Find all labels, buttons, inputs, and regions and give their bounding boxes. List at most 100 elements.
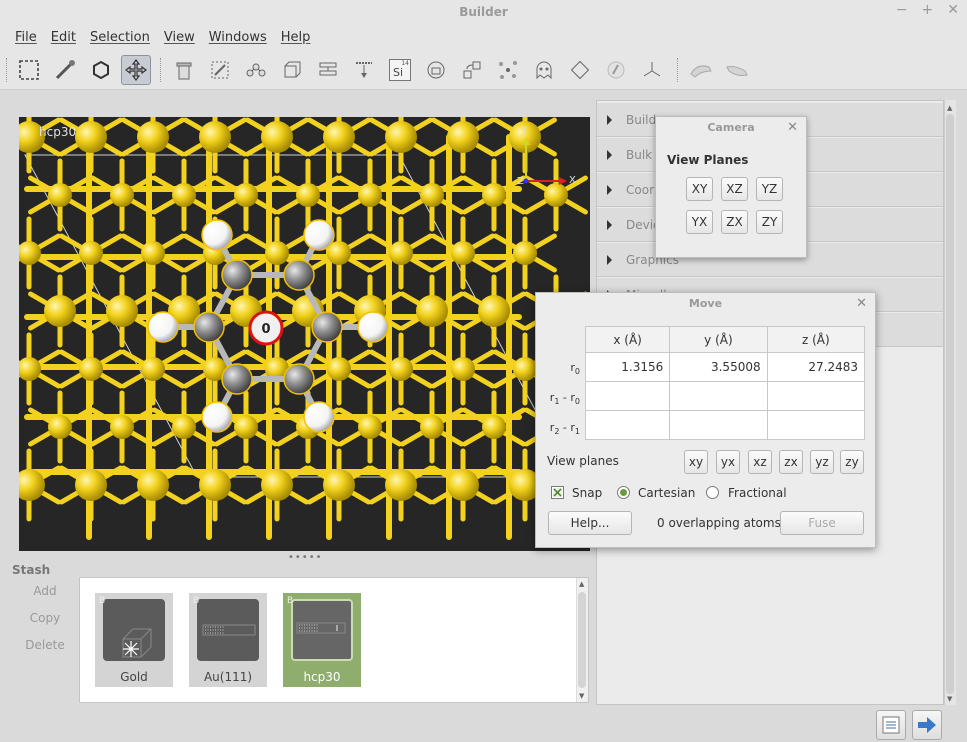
- log-icon[interactable]: [876, 710, 906, 740]
- r1-z-cell[interactable]: [766, 381, 866, 411]
- r0-x-cell[interactable]: 1.3156: [584, 352, 671, 382]
- carbon-atom: [221, 363, 253, 395]
- help-button[interactable]: Help...: [548, 511, 632, 535]
- r1-x-cell[interactable]: [584, 381, 671, 411]
- pipette-icon[interactable]: [50, 55, 80, 85]
- element-icon[interactable]: 14 Si: [385, 55, 415, 85]
- view-xy-button[interactable]: XY: [686, 177, 713, 201]
- stash-item-gold[interactable]: B Gold: [95, 593, 173, 687]
- lock-icon[interactable]: [421, 55, 451, 85]
- transform-icon[interactable]: [205, 55, 235, 85]
- camera-title: Camera: [707, 121, 755, 134]
- r2-x-cell[interactable]: [584, 410, 671, 440]
- column-header: x (Å): [584, 326, 671, 353]
- scroll-up-icon[interactable]: ▲: [579, 580, 584, 588]
- move-icon[interactable]: [121, 55, 151, 85]
- expand-icon: [607, 184, 612, 195]
- axes-icon[interactable]: [637, 55, 667, 85]
- fractional-label: Fractional: [728, 486, 787, 500]
- scatter-icon[interactable]: [493, 55, 523, 85]
- view-zx-button[interactable]: ZX: [721, 210, 748, 234]
- cell-icon[interactable]: [277, 55, 307, 85]
- close-icon[interactable]: ✕: [856, 293, 867, 315]
- stash-item-au111[interactable]: B Au(111): [189, 593, 267, 687]
- gold-atom: [48, 183, 72, 207]
- r2-z-cell[interactable]: [766, 410, 866, 440]
- gold-atom: [110, 415, 134, 439]
- cleave-icon[interactable]: [349, 55, 379, 85]
- plane-yz-button[interactable]: yz: [810, 450, 834, 474]
- gold-atom: [451, 241, 475, 265]
- paint-icon[interactable]: [601, 55, 631, 85]
- trash-icon[interactable]: [169, 55, 199, 85]
- viewport-3d[interactable]: 0 hcp30 Y X Z: [19, 117, 590, 551]
- menu-help[interactable]: Help: [274, 30, 318, 45]
- plane-zy-button[interactable]: zy: [840, 450, 864, 474]
- gold-atom: [137, 469, 169, 501]
- hexagon-icon[interactable]: [86, 55, 116, 85]
- ghost-icon[interactable]: [529, 55, 559, 85]
- axis-z-label: Z: [517, 176, 524, 187]
- close-button[interactable]: ✕: [947, 2, 959, 18]
- view-yx-button[interactable]: YX: [686, 210, 713, 234]
- scroll-thumb[interactable]: [578, 592, 586, 688]
- gold-atom: [48, 415, 72, 439]
- translate-icon[interactable]: [457, 55, 487, 85]
- expand-icon: [607, 149, 612, 160]
- cartesian-radio[interactable]: [617, 486, 630, 499]
- r0-y-cell[interactable]: 3.55008: [669, 352, 768, 382]
- r0-z-cell[interactable]: 27.2483: [766, 352, 866, 382]
- view-zy-button[interactable]: ZY: [756, 210, 783, 234]
- plane-xy-button[interactable]: xy: [684, 450, 708, 474]
- menu-file[interactable]: File: [8, 30, 44, 45]
- fractional-radio[interactable]: [706, 486, 719, 499]
- stash-item-label: Gold: [120, 670, 148, 684]
- gold-atom: [19, 357, 41, 381]
- r2-y-cell[interactable]: [669, 410, 768, 440]
- maximize-button[interactable]: +: [922, 2, 934, 18]
- close-icon[interactable]: ✕: [787, 117, 798, 139]
- move-title-bar[interactable]: Move ✕: [536, 293, 875, 315]
- gold-atom: [447, 121, 479, 153]
- stash-add-button[interactable]: Add: [20, 584, 70, 598]
- scroll-thumb[interactable]: [946, 114, 954, 694]
- stash-item-hcp30[interactable]: B hcp30: [283, 593, 361, 687]
- plane-yx-button[interactable]: yx: [716, 450, 740, 474]
- menu-view[interactable]: View: [157, 30, 202, 45]
- scroll-down-icon[interactable]: ▼: [579, 692, 584, 700]
- table-header-row: x (Å) y (Å) z (Å): [584, 326, 866, 353]
- menu-windows[interactable]: Windows: [202, 30, 274, 45]
- view-xz-button[interactable]: XZ: [721, 177, 748, 201]
- snap-checkbox[interactable]: [551, 486, 564, 499]
- r1-y-cell[interactable]: [669, 381, 768, 411]
- stash-scrollbar[interactable]: ▲ ▼: [576, 578, 588, 702]
- panel-scrollbar[interactable]: ▲ ▼: [944, 100, 956, 705]
- menu-selection[interactable]: Selection: [83, 30, 157, 45]
- gold-atom: [323, 469, 355, 501]
- send-to-icon[interactable]: [912, 710, 942, 740]
- rotate-icon[interactable]: [565, 55, 595, 85]
- molecule-icon[interactable]: [241, 55, 271, 85]
- menu-edit[interactable]: Edit: [44, 30, 83, 45]
- plane-zx-button[interactable]: zx: [779, 450, 803, 474]
- gold-atom: [389, 357, 413, 381]
- stash-copy-button[interactable]: Copy: [20, 611, 70, 625]
- gold-atom: [141, 241, 165, 265]
- select-icon[interactable]: [14, 55, 44, 85]
- fuse-button[interactable]: Fuse: [780, 511, 864, 535]
- scroll-up-icon[interactable]: ▲: [947, 104, 952, 112]
- plane-xz-button[interactable]: xz: [748, 450, 772, 474]
- hand-icon[interactable]: [686, 55, 716, 85]
- splitter-handle[interactable]: •••••: [288, 552, 322, 563]
- stash-delete-button[interactable]: Delete: [20, 638, 70, 652]
- gold-atom: [44, 295, 76, 327]
- hand2-icon[interactable]: [722, 55, 752, 85]
- molecule-scene[interactable]: 0: [19, 117, 590, 551]
- slab-icon[interactable]: [313, 55, 343, 85]
- view-yz-button[interactable]: YZ: [756, 177, 783, 201]
- minimize-button[interactable]: −: [896, 2, 908, 18]
- table-row: [584, 381, 866, 411]
- scroll-down-icon[interactable]: ▼: [947, 695, 952, 703]
- table-row: 1.3156 3.55008 27.2483: [584, 352, 866, 382]
- camera-title-bar[interactable]: Camera ✕: [656, 117, 806, 139]
